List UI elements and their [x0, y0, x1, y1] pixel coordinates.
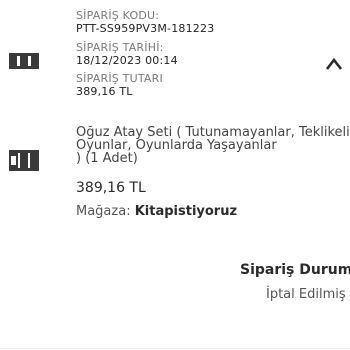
divider	[0, 348, 350, 349]
order-date-label: SİPARİŞ TARİHİ:	[76, 41, 164, 54]
item-title-block[interactable]: Oğuz Atay Seti ( Tutunamayanlar, Teklike…	[76, 126, 350, 165]
thumbnail-book-2	[20, 153, 28, 168]
order-status-label: Sipariş Durumu	[240, 262, 350, 278]
order-date-value: 18/12/2023 00:14	[76, 54, 178, 67]
store-name[interactable]: Kitapistiyoruz	[135, 204, 237, 219]
order-total-value: 389,16 TL	[76, 85, 133, 98]
thumbnail-bottom-bar	[9, 66, 39, 69]
thumbnail-bottom-bar	[9, 168, 39, 171]
item-price: 389,16 TL	[76, 180, 146, 196]
order-code-value: PTT-SS959PV3M-181223	[76, 22, 215, 35]
item-title[interactable]: Oğuz Atay Seti ( Tutunamayanlar, Teklike…	[76, 125, 350, 153]
item-product-thumbnail[interactable]	[9, 150, 39, 171]
thumbnail-book-3	[30, 153, 39, 168]
item-quantity: ) (1 Adet)	[76, 151, 138, 166]
order-product-thumbnail[interactable]	[9, 53, 39, 69]
thumbnail-book-2	[20, 56, 28, 66]
order-card: SİPARİŞ KODU: PTT-SS959PV3M-181223 SİPAR…	[0, 0, 350, 350]
thumbnail-book-3	[31, 56, 39, 66]
thumbnail-book-detail	[11, 156, 16, 165]
order-status-value: İptal Edilmiş	[266, 287, 346, 302]
chevron-up-icon	[325, 57, 343, 70]
order-code-label: SİPARİŞ KODU:	[76, 9, 160, 22]
thumbnail-book-1	[9, 56, 17, 66]
order-total-label: SİPARİŞ TUTARI	[76, 72, 163, 85]
collapse-order-button[interactable]	[325, 56, 343, 70]
store-row: Mağaza: Kitapistiyoruz	[76, 204, 237, 219]
store-label: Mağaza:	[76, 204, 131, 219]
